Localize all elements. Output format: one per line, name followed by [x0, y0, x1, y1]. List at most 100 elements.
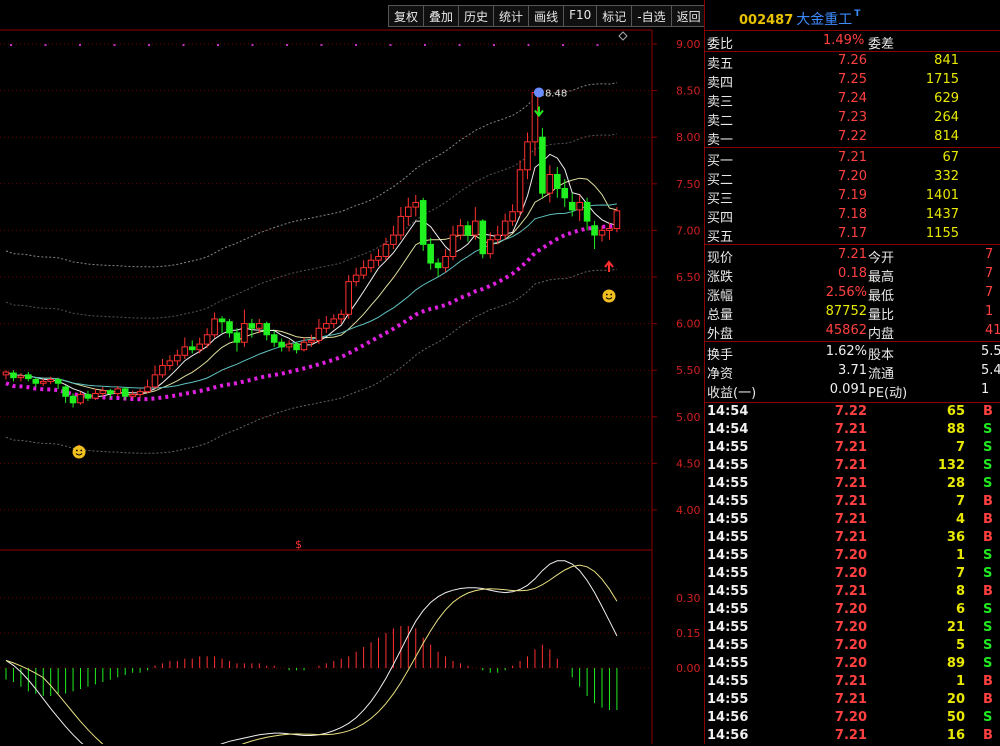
- weibi-row: 委比 1.49% 委差: [705, 32, 1000, 52]
- stats-button[interactable]: 统计: [494, 6, 530, 26]
- candle-body: [92, 393, 99, 399]
- quote-label: 涨跌: [707, 270, 734, 285]
- level-price: 7.25: [838, 72, 867, 87]
- tick-row[interactable]: 14:55 7.21 7 B: [705, 494, 1000, 512]
- signal-dot: [10, 44, 12, 46]
- tick-row[interactable]: 14:56 7.21 16 B: [705, 728, 1000, 746]
- tick-row[interactable]: 14:56 7.20 50 S: [705, 710, 1000, 728]
- ask-row[interactable]: 卖四 7.25 1715: [705, 71, 1000, 91]
- quote-value-2: 1: [985, 304, 994, 319]
- ask-row[interactable]: 卖二 7.23 264: [705, 109, 1000, 129]
- bid-row[interactable]: 买四 7.18 1437: [705, 206, 1000, 226]
- candle-body: [211, 318, 218, 336]
- ma10-line: [5, 177, 618, 396]
- quote-label: 涨幅: [707, 289, 734, 304]
- tick-row[interactable]: 14:55 7.21 20 B: [705, 692, 1000, 710]
- level-price: 7.22: [838, 129, 867, 144]
- trend-line: [5, 223, 618, 402]
- fin-value: 0.091: [829, 382, 867, 397]
- bid-row[interactable]: 买五 7.17 1155: [705, 225, 1000, 245]
- quote-value-2: 7: [985, 247, 994, 262]
- candle-body: [516, 169, 524, 213]
- tick-row[interactable]: 14:55 7.21 7 S: [705, 440, 1000, 458]
- fin-value-2: 5.5: [981, 344, 1000, 359]
- tick-row[interactable]: 14:55 7.20 7 S: [705, 566, 1000, 584]
- candle-body: [263, 323, 271, 336]
- tick-row[interactable]: 14:55 7.21 4 B: [705, 512, 1000, 530]
- tick-row[interactable]: 14:54 7.21 88 S: [705, 422, 1000, 440]
- tick-time: 14:55: [707, 530, 749, 545]
- level-price: 7.18: [838, 207, 867, 222]
- f10-button[interactable]: F10: [564, 6, 598, 26]
- draw-line-button[interactable]: 画线: [529, 6, 565, 26]
- candle-body: [241, 323, 248, 343]
- macd-tick-label: 0.00: [676, 662, 701, 675]
- signal-dot: [79, 44, 81, 46]
- candle-body: [501, 220, 509, 236]
- tick-row[interactable]: 14:55 7.21 132 S: [705, 458, 1000, 476]
- candle-body: [77, 393, 84, 404]
- candle-body: [121, 388, 129, 397]
- tick-volume: 89: [946, 656, 965, 671]
- tick-price: 7.21: [834, 494, 867, 509]
- tick-side: B: [983, 404, 993, 419]
- smiley-eye: [605, 293, 608, 296]
- candle-body: [151, 374, 159, 388]
- tick-time: 14:55: [707, 494, 749, 509]
- tick-price: 7.21: [834, 674, 867, 689]
- kline-chart[interactable]: 9.00 8.50 8.00 7.50 7.00 6.50 6.00 5.50 5.00 4.50…: [0, 0, 704, 744]
- candle-body: [427, 243, 434, 264]
- tick-time: 14:55: [707, 458, 749, 473]
- candle-body: [524, 141, 531, 171]
- bid-row[interactable]: 买二 7.20 332: [705, 168, 1000, 188]
- tick-side: S: [983, 440, 993, 455]
- tick-row[interactable]: 14:55 7.21 28 S: [705, 476, 1000, 494]
- tick-volume: 28: [946, 476, 965, 491]
- tick-price: 7.20: [834, 710, 867, 725]
- price-tick-label: 7.00: [676, 224, 701, 237]
- stock-flag: T: [854, 9, 861, 19]
- tick-row[interactable]: 14:55 7.20 89 S: [705, 656, 1000, 674]
- candle-body: [457, 225, 464, 236]
- bid-row[interactable]: 买三 7.19 1401: [705, 187, 1000, 207]
- tick-row[interactable]: 14:55 7.21 8 B: [705, 584, 1000, 602]
- candle-body: [583, 201, 591, 222]
- tick-side: S: [983, 710, 993, 725]
- signal-dot: [493, 44, 495, 46]
- ask-row[interactable]: 卖一 7.22 814: [705, 128, 1000, 148]
- tick-price: 7.20: [834, 602, 867, 617]
- tick-price: 7.21: [834, 512, 867, 527]
- level-label: 买三: [707, 192, 734, 207]
- tick-row[interactable]: 14:55 7.20 6 S: [705, 602, 1000, 620]
- candle-body: [382, 243, 390, 257]
- weibi-label: 委比: [707, 37, 734, 52]
- fuquan-button[interactable]: 复权: [389, 6, 425, 26]
- tick-side: S: [983, 566, 993, 581]
- tick-time: 14:56: [707, 728, 749, 743]
- weicha-label: 委差: [868, 37, 895, 52]
- tick-side: B: [983, 674, 993, 689]
- overlay-button[interactable]: 叠加: [424, 6, 460, 26]
- history-button[interactable]: 历史: [459, 6, 495, 26]
- ask-row[interactable]: 卖五 7.26 841: [705, 52, 1000, 72]
- stock-name[interactable]: 大金重工: [796, 12, 852, 28]
- tick-row[interactable]: 14:55 7.21 1 B: [705, 674, 1000, 692]
- back-button[interactable]: 返回: [672, 6, 706, 26]
- tick-row[interactable]: 14:55 7.20 1 S: [705, 548, 1000, 566]
- bid-row[interactable]: 买一 7.21 67: [705, 149, 1000, 169]
- kline-svg[interactable]: 9.00 8.50 8.00 7.50 7.00 6.50 6.00 5.50 5.00 4.50…: [0, 0, 704, 744]
- candle-body: [486, 239, 494, 255]
- tick-volume: 6: [955, 602, 965, 617]
- tick-row[interactable]: 14:55 7.20 21 S: [705, 620, 1000, 638]
- price-tick-label: 8.50: [676, 85, 701, 98]
- tick-volume: 7: [955, 566, 965, 581]
- mark-button[interactable]: 标记: [597, 6, 633, 26]
- candle-body: [278, 341, 285, 348]
- tick-row[interactable]: 14:54 7.22 65 B: [705, 404, 1000, 422]
- level-volume: 841: [934, 53, 959, 68]
- tick-row[interactable]: 14:55 7.21 36 B: [705, 530, 1000, 548]
- ask-row[interactable]: 卖三 7.24 629: [705, 90, 1000, 110]
- remove-watchlist-button[interactable]: -自选: [632, 6, 672, 26]
- candle-body: [293, 343, 300, 351]
- tick-row[interactable]: 14:55 7.20 5 S: [705, 638, 1000, 656]
